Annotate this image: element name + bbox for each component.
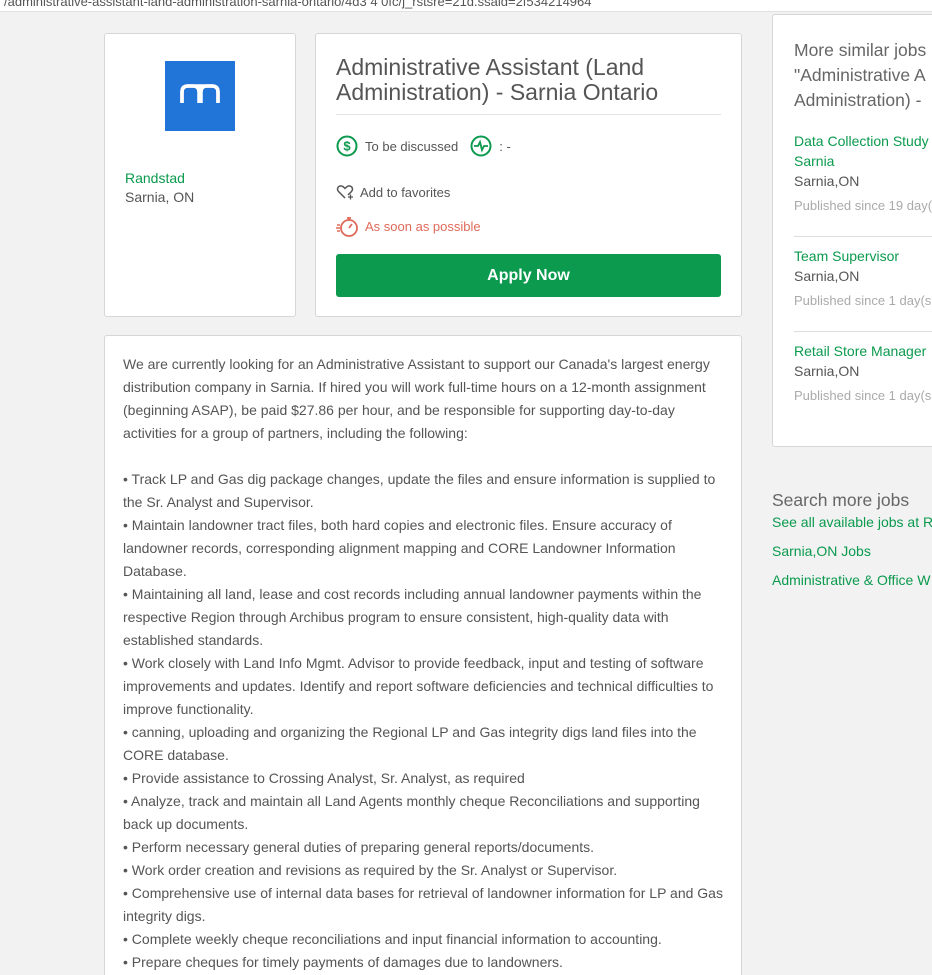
salary-text: To be discussed	[365, 138, 459, 154]
similar-jobs-heading: More similar jobs "Administrative A Admi…	[794, 38, 932, 113]
search-more-heading: Search more jobs	[772, 490, 910, 510]
similar-job-title[interactable]: Retail Store Manager	[794, 341, 932, 361]
category-jobs-link[interactable]: Administrative & Office W	[772, 570, 932, 590]
description-bullet: • Comprehensive use of internal data bas…	[123, 885, 723, 924]
description-bullet: • Maintaining all land, lease and cost r…	[123, 586, 702, 648]
company-name-link[interactable]: Randstad	[125, 170, 185, 186]
location-jobs-link[interactable]: Sarnia,ON Jobs	[772, 541, 932, 561]
job-title: Administrative Assistant (Land Administr…	[336, 55, 721, 115]
job-header-card: Administrative Assistant (Land Administr…	[315, 33, 742, 317]
similar-job-location: Sarnia,ON	[794, 363, 860, 379]
pulse-icon	[470, 135, 492, 157]
heart-icon	[336, 184, 354, 200]
all-jobs-at-company-link[interactable]: See all available jobs at R	[772, 512, 932, 532]
similar-job-item[interactable]: Data Collection Study Sarnia Sarnia,ON P…	[794, 131, 932, 216]
similar-job-title[interactable]: Team Supervisor	[794, 246, 932, 266]
similar-job-item[interactable]: Retail Store Manager Sarnia,ON Published…	[794, 341, 932, 406]
activity-text: : -	[499, 138, 511, 154]
apply-now-button[interactable]: Apply Now	[336, 254, 721, 297]
search-more-jobs: Search more jobs See all available jobs …	[772, 488, 932, 590]
similar-job-location: Sarnia,ON	[794, 268, 860, 284]
similar-job-item[interactable]: Team Supervisor Sarnia,ON Published sinc…	[794, 246, 932, 311]
heading-line: Administration) -	[794, 90, 922, 110]
description-bullet: • Analyze, track and maintain all Land A…	[123, 793, 700, 832]
description-intro: We are currently looking for an Administ…	[123, 356, 710, 441]
similar-job-title[interactable]: Data Collection Study	[794, 131, 932, 151]
description-bullet: • Work closely with Land Info Mgmt. Advi…	[123, 655, 714, 717]
similar-job-published: Published since 19 day(	[794, 198, 932, 213]
description-bullet: • Complete weekly cheque reconciliations…	[123, 931, 662, 947]
description-bullet: • Prepare cheques for timely payments of…	[123, 954, 563, 970]
divider	[794, 331, 932, 332]
similar-jobs-card: More similar jobs "Administrative A Admi…	[772, 14, 932, 447]
start-date-row: As soon as possible	[336, 214, 481, 238]
job-description-card: We are currently looking for an Administ…	[104, 335, 742, 975]
divider	[794, 236, 932, 237]
heading-line: "Administrative A	[794, 65, 926, 85]
similar-job-published: Published since 1 day(s	[794, 293, 932, 308]
stopwatch-icon	[336, 214, 360, 238]
similar-job-location: Sarnia,ON	[794, 173, 860, 189]
similar-job-published: Published since 1 day(s	[794, 388, 932, 403]
description-bullet: • Track LP and Gas dig package changes, …	[123, 471, 716, 510]
description-bullet: • Maintain landowner tract files, both h…	[123, 517, 676, 579]
svg-text:$: $	[343, 139, 351, 154]
start-date-text: As soon as possible	[365, 218, 481, 234]
description-bullet: • Provide assistance to Crossing Analyst…	[123, 770, 525, 786]
heading-line: More similar jobs	[794, 40, 927, 60]
salary-row: $ To be discussed : -	[336, 135, 511, 157]
url-text: /administrative-assistant-land-administr…	[4, 0, 592, 9]
add-to-favorites-button[interactable]: Add to favorites	[336, 184, 450, 200]
favorites-label: Add to favorites	[360, 184, 451, 200]
job-description: We are currently looking for an Administ…	[123, 353, 723, 974]
browser-url-bar[interactable]: /administrative-assistant-land-administr…	[0, 0, 932, 12]
randstad-logo-icon[interactable]	[165, 61, 235, 131]
description-bullet: • canning, uploading and organizing the …	[123, 724, 697, 763]
description-bullet: • Perform necessary general duties of pr…	[123, 839, 595, 855]
dollar-icon: $	[336, 135, 358, 157]
similar-job-title-cont[interactable]: Sarnia	[794, 151, 932, 171]
description-bullet: • Work order creation and revisions as r…	[123, 862, 618, 878]
company-card: Randstad Sarnia, ON	[104, 33, 296, 317]
company-location: Sarnia, ON	[125, 189, 195, 205]
